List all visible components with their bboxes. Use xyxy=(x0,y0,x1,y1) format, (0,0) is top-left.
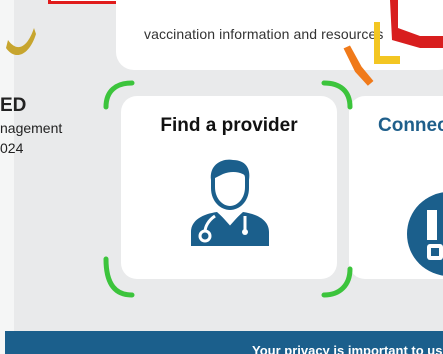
sidebar-line-2: 024 xyxy=(0,140,24,156)
focus-highlight-bracket xyxy=(103,80,353,298)
brand-corner-decoration-icon xyxy=(343,0,443,86)
connect-card[interactable]: Connect xyxy=(349,96,443,279)
sidebar-title: ED xyxy=(0,95,27,116)
logo-fragment-icon xyxy=(6,28,36,56)
sidebar-line-1: nagement xyxy=(0,120,63,136)
connect-info-icon xyxy=(407,192,443,276)
privacy-notice-text: Your privacy is important to us xyxy=(252,343,443,354)
connect-title: Connect xyxy=(378,115,443,136)
page-viewport: vaccination information and resources ED… xyxy=(0,0,443,354)
